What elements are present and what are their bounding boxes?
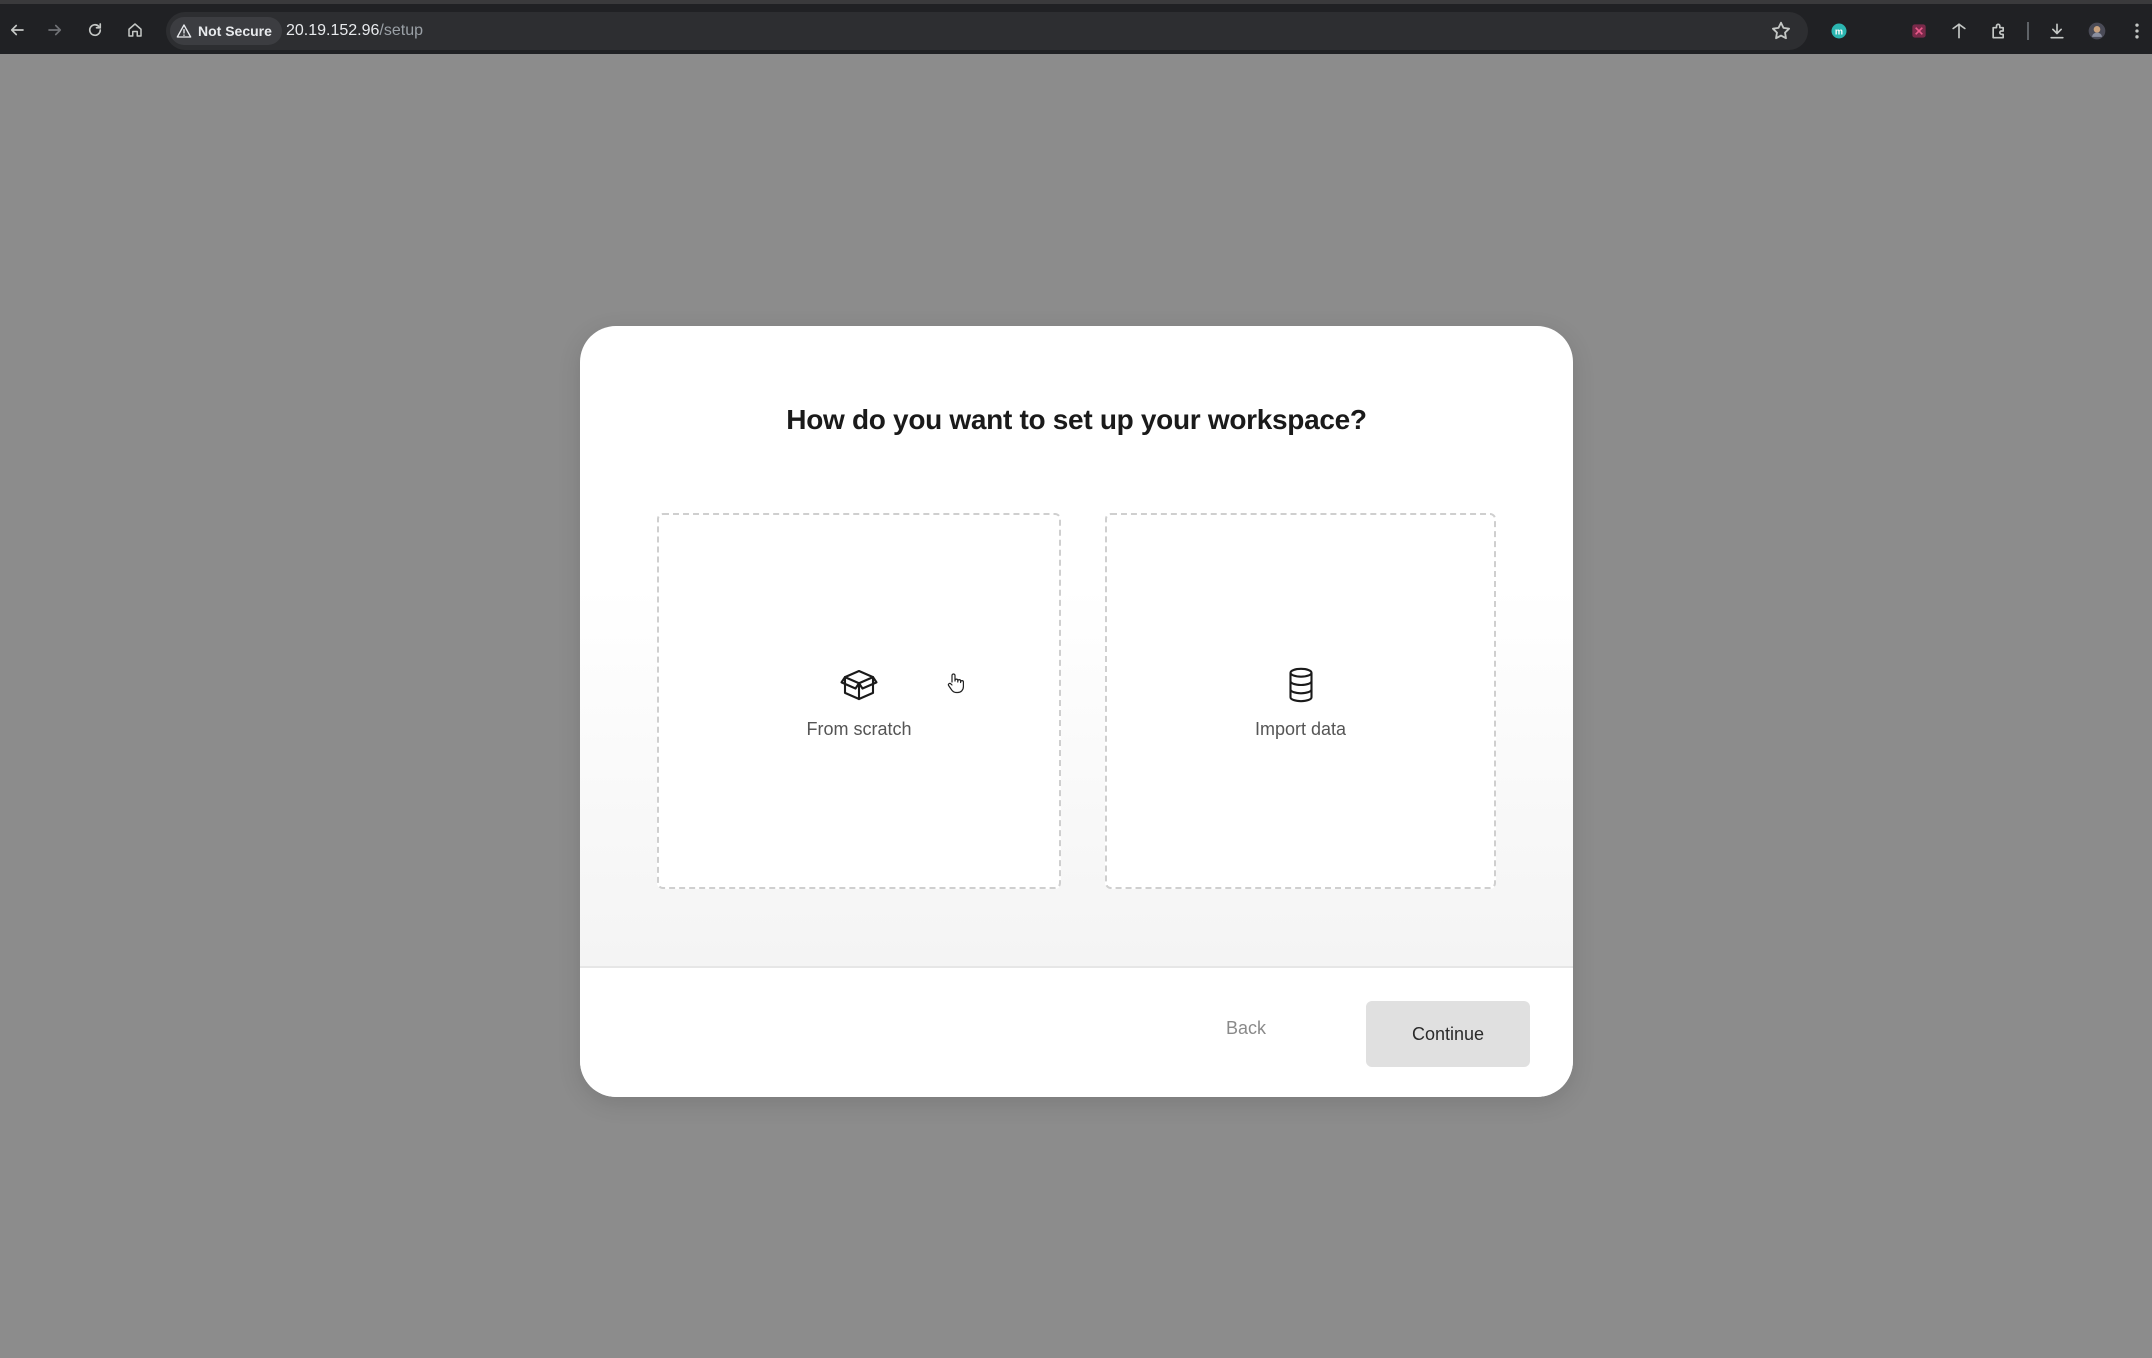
option-label: Import data: [1254, 719, 1347, 739]
option-from-scratch[interactable]: From scratch: [657, 513, 1061, 889]
option-label: From scratch: [806, 719, 912, 739]
reload-icon[interactable]: [82, 17, 108, 43]
kebab-menu-icon[interactable]: [2124, 18, 2150, 44]
continue-button[interactable]: Continue: [1366, 1001, 1530, 1067]
security-label: Not Secure: [198, 23, 272, 39]
url-host: 20.19.152.96: [286, 22, 380, 39]
hand-cursor-icon: [947, 673, 964, 694]
forward-arrow-icon[interactable]: [42, 17, 68, 43]
address-bar[interactable]: Not Secure 20.19.152.96/setup: [166, 12, 1808, 50]
extension-app-icon[interactable]: [1906, 18, 1932, 44]
back-button[interactable]: Back: [1226, 1018, 1266, 1039]
browser-toolbar: Not Secure 20.19.152.96/setup m: [0, 0, 2152, 54]
box-icon: [837, 663, 881, 707]
option-import-data[interactable]: Import data: [1105, 513, 1496, 889]
security-chip[interactable]: Not Secure: [170, 17, 282, 45]
svg-text:m: m: [1835, 26, 1843, 36]
database-icon: [1279, 663, 1323, 707]
url-path: /setup: [379, 22, 424, 39]
setup-modal: How do you want to set up your workspace…: [580, 326, 1573, 1097]
puzzle-icon[interactable]: [1986, 18, 2012, 44]
modal-footer: Back Continue: [580, 966, 1573, 1097]
home-icon[interactable]: [122, 17, 148, 43]
extension-pin-icon[interactable]: [1946, 18, 1972, 44]
back-arrow-icon[interactable]: [4, 17, 30, 43]
url-text[interactable]: 20.19.152.96/setup: [286, 22, 423, 40]
profile-avatar-icon[interactable]: [2084, 18, 2110, 44]
download-icon[interactable]: [2044, 18, 2070, 44]
star-icon[interactable]: [1770, 20, 1792, 42]
extension-m-icon[interactable]: m: [1826, 18, 1852, 44]
modal-title: How do you want to set up your workspace…: [786, 404, 1367, 435]
warning-icon: [176, 24, 192, 38]
toolbar-divider: [2027, 22, 2029, 40]
